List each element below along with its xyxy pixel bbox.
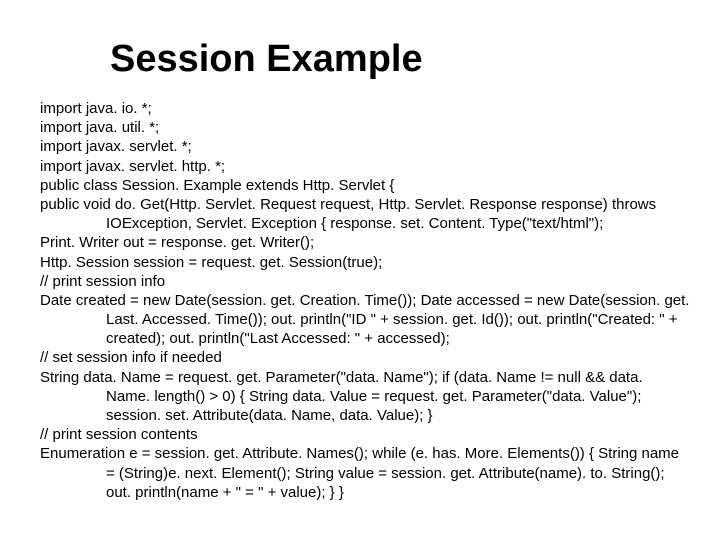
code-line: // set session info if needed: [40, 348, 690, 367]
code-line: Http. Session session = request. get. Se…: [40, 253, 690, 272]
code-line: Date created = new Date(session. get. Cr…: [40, 291, 690, 349]
code-line: String data. Name = request. get. Parame…: [40, 368, 690, 426]
slide-title: Session Example: [110, 38, 690, 81]
code-line: import java. util. *;: [40, 118, 690, 137]
code-line: Print. Writer out = response. get. Write…: [40, 233, 690, 252]
code-line: import java. io. *;: [40, 99, 690, 118]
code-line: import javax. servlet. http. *;: [40, 157, 690, 176]
code-line: Enumeration e = session. get. Attribute.…: [40, 444, 690, 502]
code-line: public void do. Get(Http. Servlet. Reque…: [40, 195, 690, 233]
code-line: public class Session. Example extends Ht…: [40, 176, 690, 195]
slide: Session Example import java. io. *; impo…: [0, 0, 720, 540]
code-line: // print session contents: [40, 425, 690, 444]
code-block: import java. io. *; import java. util. *…: [40, 99, 690, 502]
code-line: import javax. servlet. *;: [40, 137, 690, 156]
code-line: // print session info: [40, 272, 690, 291]
